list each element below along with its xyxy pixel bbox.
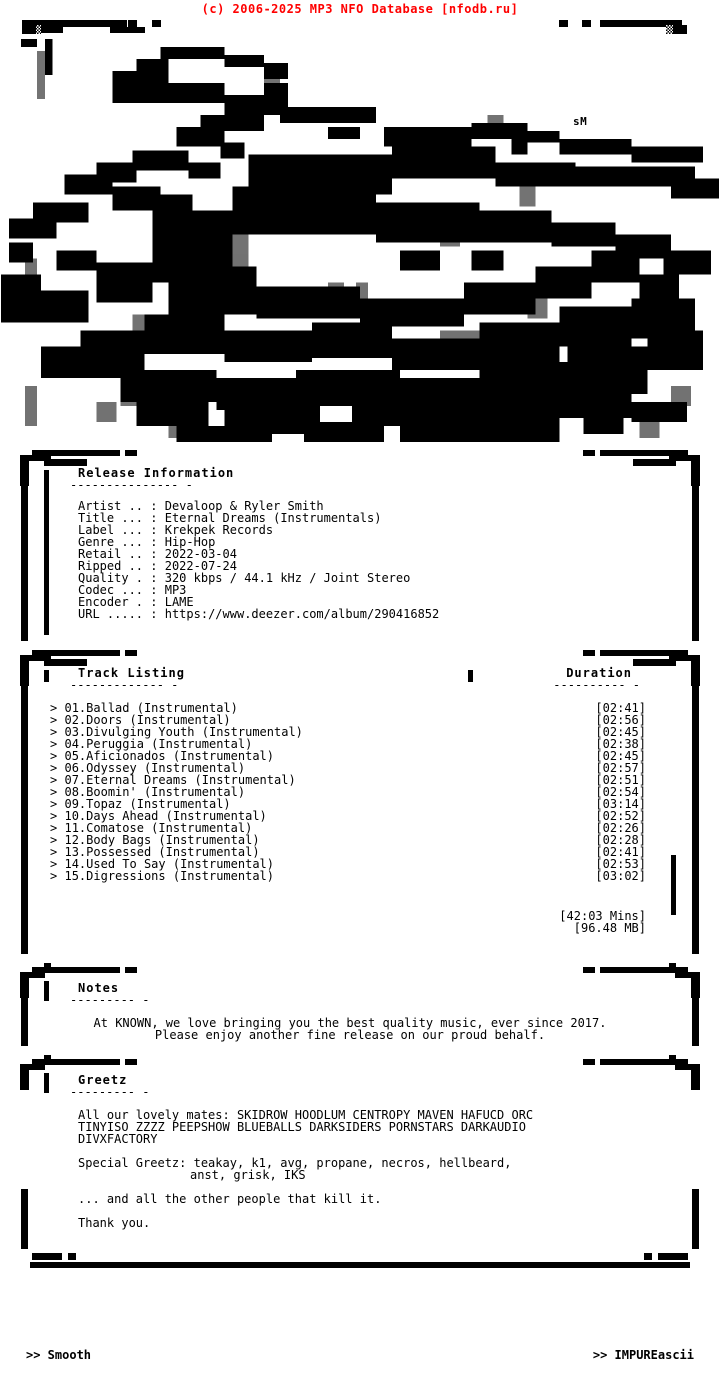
total-size: [96.48 MB] [573,921,646,935]
release-information-rule: --------------- - [70,478,193,492]
page-header: (c) 2006-2025 MP3 NFO Database [nfodb.ru… [0,0,720,17]
top-decor-bars [0,17,720,35]
table-row[interactable]: > 15.Digressions (Instrumental) [03:02] [50,870,646,882]
greetz-others-line: ... and all the other people that kill i… [78,1192,382,1206]
decor-bar [22,25,36,34]
notes-content: Notes --------- - At KNOWN, we love brin… [20,967,700,1051]
greetz-mates-line-2: TINYISO ZZZZ PEEPSHOW BLUEBALLS DARKSIDE… [78,1120,526,1134]
frame-corner-bl [68,1253,76,1260]
greetz-title: Greetz [78,1073,128,1087]
frame-corner-br [644,1253,652,1260]
decor-bar [582,20,591,27]
total-time: [42:03 Mins] [559,909,646,923]
decor-bar [152,20,161,27]
greetz-special-line-1: Special Greetz: teakay, k1, avg, propane… [78,1156,512,1170]
page-footer: >> Smooth >> IMPUREascii [0,1348,720,1362]
release-information-content: Release Information --------------- - Ar… [20,450,700,630]
ascii-art-logo: sM [0,35,720,450]
copyright-text: (c) 2006-2025 MP3 NFO Database [nfodb.ru… [201,2,519,16]
track-listing-rule: ------------- - [70,678,179,692]
track-label: > 15.Digressions (Instrumental) [50,869,274,883]
track-listing-headers: Track Listing ------------- - Duration -… [46,666,674,692]
greetz-thanks-line: Thank you. [78,1216,151,1230]
decor-bar [559,20,568,27]
track-list: > 01.Ballad (Instrumental) [02:41] > 02.D… [50,702,646,882]
track-listing-box: Track Listing ------------- - Duration -… [20,650,700,955]
greetz-box: Greetz --------- - All our lovely mates:… [20,1055,700,1274]
notes-title: Notes [78,981,120,995]
frame-corner-br [658,1253,688,1260]
duration-column-rule: ---------- - [553,678,640,692]
decor-bar [128,20,137,27]
decor-bar [41,27,63,33]
decor-bar [110,27,145,33]
logo-graphic [0,38,720,443]
greetz-rule: --------- - [70,1085,150,1099]
artist-signature: sM [573,115,588,128]
footer-right-credit: >> IMPUREascii [592,1348,694,1362]
footer-left-credit: >> Smooth [26,1348,92,1362]
info-row-url: URL ..... : https://www.deezer.com/album… [78,608,674,620]
frame-corner-bl [32,1253,62,1260]
greetz-mates-line-3: DIVXFACTORY [78,1132,158,1146]
decor-bar [673,25,687,34]
decor-bar-dither [666,25,673,34]
release-url[interactable]: https://www.deezer.com/album/290416852 [165,607,440,621]
release-information-box: Release Information --------------- - Ar… [20,450,700,641]
info-value: 320 kbps / 44.1 kHz / Joint Stereo [164,571,411,585]
greetz-special-line-2: anst, grisk, IKS [190,1168,306,1182]
track-listing-content: Track Listing ------------- - Duration -… [20,650,700,944]
frame-bottom-rule [30,1262,690,1268]
notes-line-2: Please enjoy another fine release on our… [154,1028,546,1042]
notes-rule: --------- - [70,993,150,1007]
greetz-content: Greetz --------- - All our lovely mates:… [20,1059,700,1239]
track-duration: [03:02] [595,869,646,883]
notes-box: Notes --------- - At KNOWN, we love brin… [20,963,700,1047]
info-label: URL ..... : [78,607,158,621]
